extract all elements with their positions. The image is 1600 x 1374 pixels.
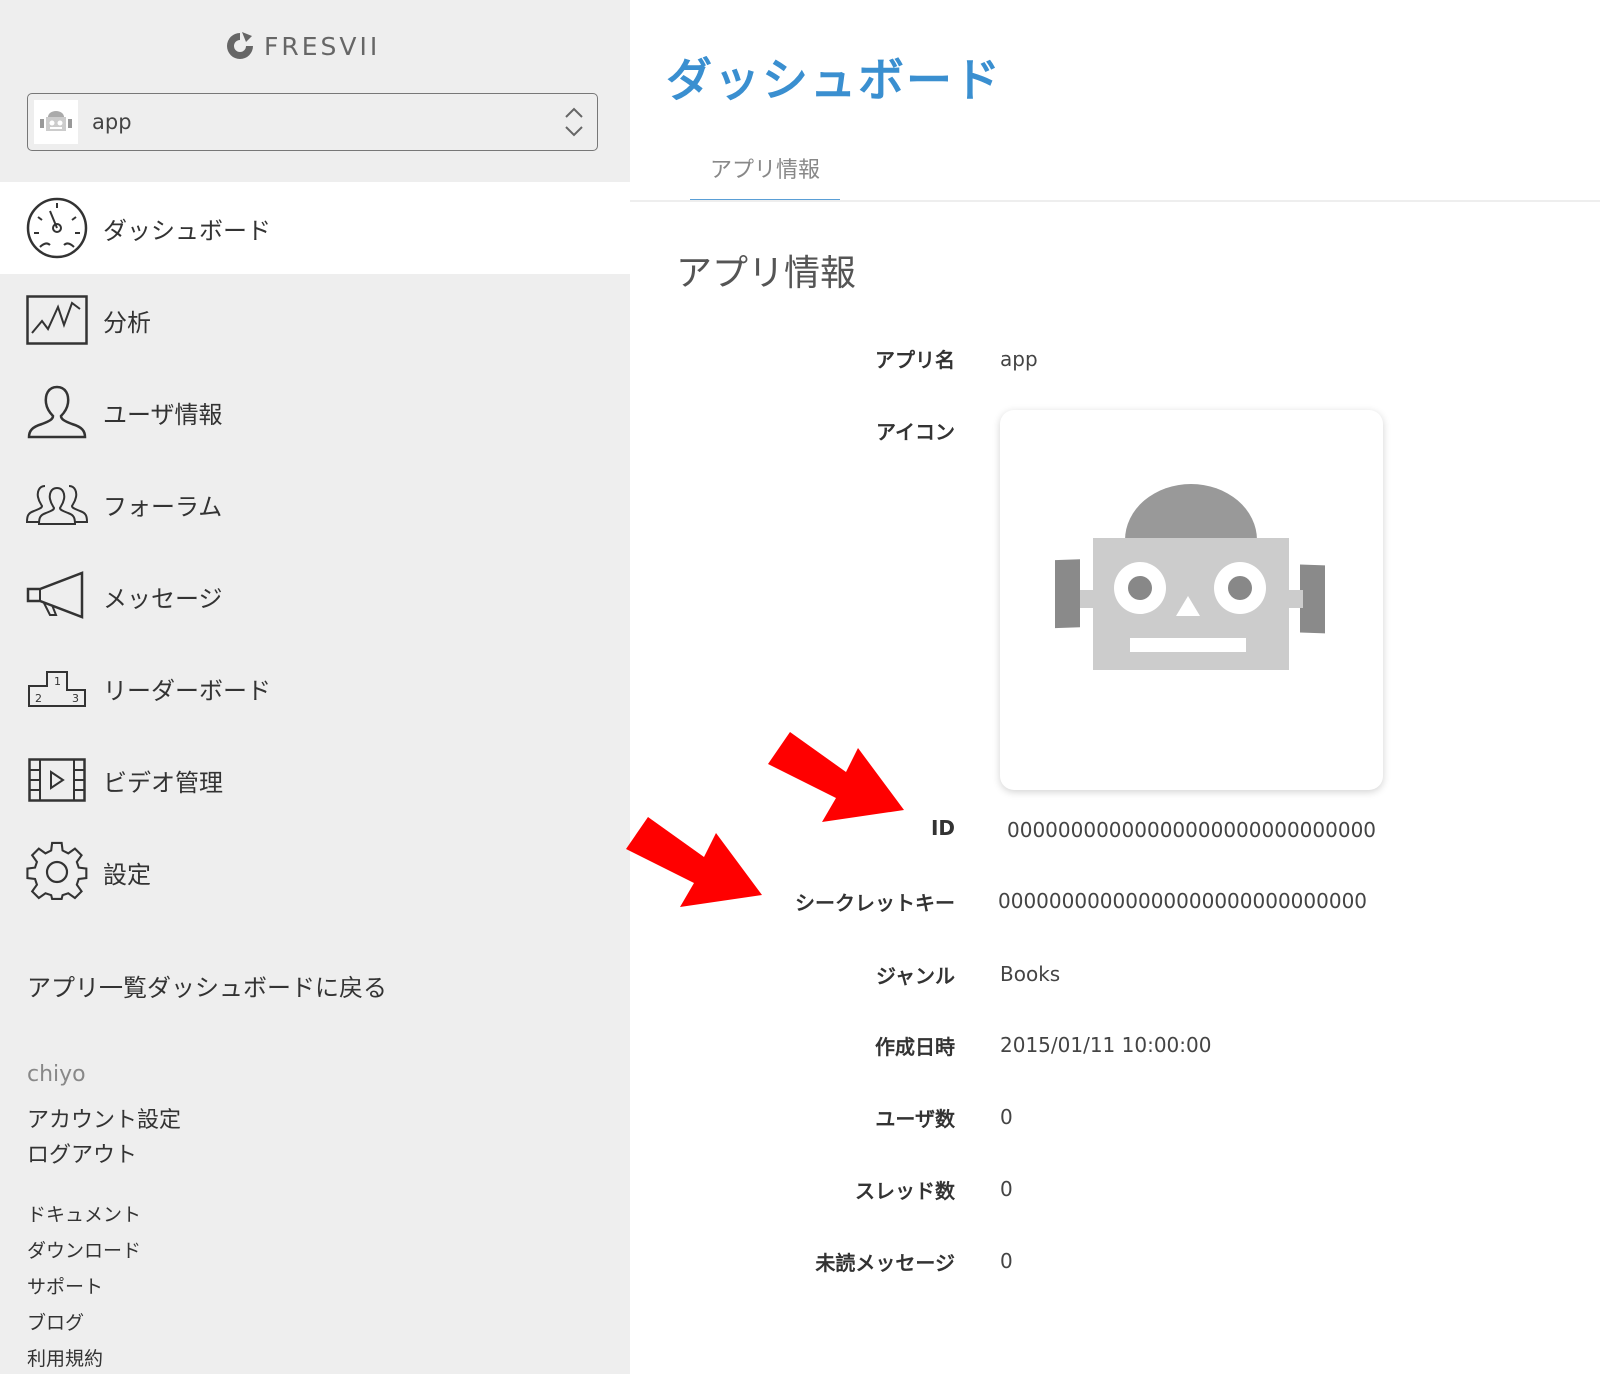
back-to-app-list-link[interactable]: アプリ一覧ダッシュボードに戻る (27, 968, 387, 1003)
unread-messages-value: 0 (1000, 1249, 1013, 1273)
footer-link-blog[interactable]: ブログ (27, 1308, 84, 1335)
nav-item-leaderboard[interactable]: 1 2 3 リーダーボード (0, 642, 630, 734)
footer-link-support[interactable]: サポート (27, 1272, 103, 1299)
app-name-label: アプリ名 (875, 348, 955, 372)
app-selector[interactable]: app (27, 93, 598, 151)
megaphone-icon (25, 564, 89, 628)
page-title: ダッシュボード (666, 53, 1002, 107)
nav-label: フォーラム (103, 492, 223, 521)
annotation-arrow-secret (626, 817, 762, 907)
section-title: アプリ情報 (676, 253, 857, 294)
user-count-value: 0 (1000, 1105, 1013, 1129)
footer-link-terms[interactable]: 利用規約 (27, 1344, 103, 1371)
thread-count-label: スレッド数 (855, 1179, 955, 1203)
username: chiyo (27, 1062, 86, 1087)
gauge-icon (25, 196, 89, 260)
genre-label: ジャンル (876, 964, 955, 988)
nav-label: ダッシュボード (103, 216, 271, 245)
app-id-value: 00000000000000000000000000000 (1007, 818, 1377, 842)
user-count-label: ユーザ数 (875, 1107, 955, 1131)
unread-messages-label: 未読メッセージ (815, 1251, 955, 1275)
brand-name: FRESVII (264, 31, 381, 61)
nav-item-settings[interactable]: 設定 (0, 826, 630, 918)
users-group-icon (25, 472, 89, 536)
footer-link-docs[interactable]: ドキュメント (27, 1200, 141, 1227)
secret-key-value: 00000000000000000000000000000 (998, 889, 1368, 913)
nav-item-forum[interactable]: フォーラム (0, 458, 630, 550)
gear-icon (25, 840, 89, 904)
created-at-label: 作成日時 (875, 1035, 955, 1059)
created-at-value: 2015/01/11 10:00:00 (1000, 1033, 1212, 1057)
nav-item-users[interactable]: ユーザ情報 (0, 366, 630, 458)
nav-label: ユーザ情報 (103, 400, 223, 429)
app-name-value: app (1000, 347, 1038, 371)
logout-link[interactable]: ログアウト (27, 1137, 137, 1169)
app-icon-image (1000, 410, 1383, 790)
podium-icon: 1 2 3 (25, 656, 89, 720)
sidebar: FRESVII app ダッシュボード 分析 ユーザ情報 フォーラム メッセージ… (0, 0, 630, 1374)
user-icon (25, 380, 89, 444)
footer-link-download[interactable]: ダウンロード (27, 1236, 141, 1263)
robot-icon (1055, 484, 1325, 670)
chevron-updown-icon (565, 107, 583, 137)
fresvii-logo[interactable]: FRESVII (224, 28, 380, 64)
thread-count-value: 0 (1000, 1177, 1013, 1201)
app-thumbnail (34, 100, 78, 144)
nav-item-analytics[interactable]: 分析 (0, 274, 630, 366)
tab-divider (630, 200, 1600, 202)
robot-icon (40, 111, 72, 131)
tab-app-info[interactable]: アプリ情報 (690, 150, 840, 202)
fresvii-logo-icon (227, 32, 253, 59)
genre-value: Books (1000, 962, 1061, 986)
nav-item-video[interactable]: ビデオ管理 (0, 734, 630, 826)
app-icon-label: アイコン (876, 420, 955, 444)
nav-label: ビデオ管理 (103, 768, 223, 797)
nav-item-messages[interactable]: メッセージ (0, 550, 630, 642)
svg-text:3: 3 (72, 692, 79, 705)
secret-key-label: シークレットキー (795, 891, 955, 915)
svg-text:1: 1 (54, 675, 61, 688)
nav-label: リーダーボード (103, 676, 271, 705)
app-id-label: ID (930, 816, 955, 840)
account-settings-link[interactable]: アカウント設定 (27, 1102, 181, 1134)
nav-label: 設定 (103, 860, 151, 889)
nav-label: 分析 (103, 308, 151, 337)
nav-label: メッセージ (103, 584, 223, 613)
app-selector-value: app (92, 110, 132, 134)
chart-line-icon (25, 288, 89, 352)
annotation-arrow-id (768, 732, 904, 822)
svg-text:2: 2 (35, 692, 42, 705)
nav-item-dashboard[interactable]: ダッシュボード (0, 182, 630, 274)
film-icon (25, 748, 89, 812)
